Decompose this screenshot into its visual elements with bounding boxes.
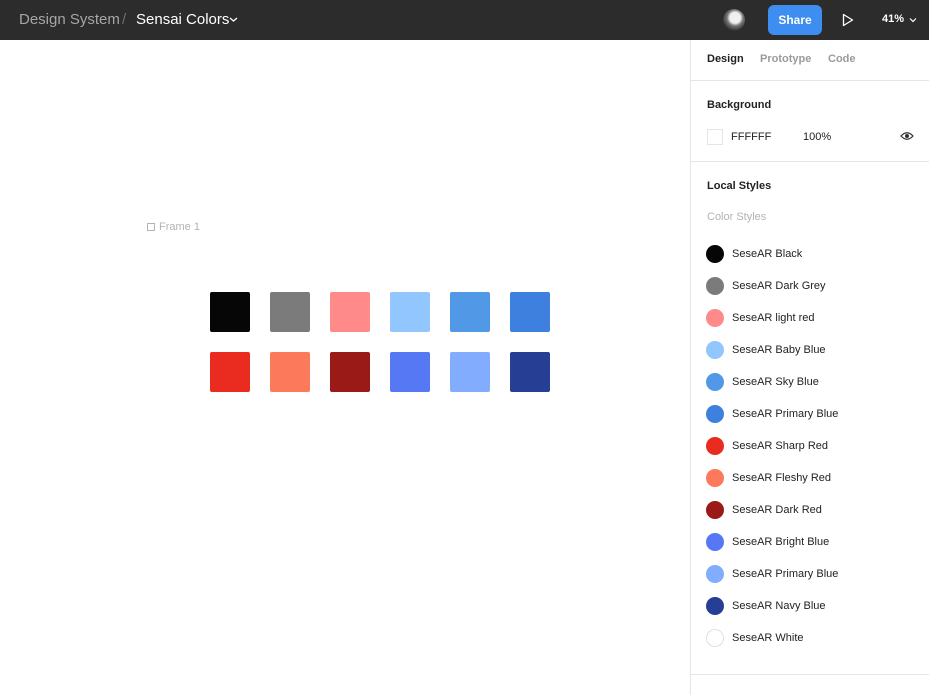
panel-tabs: Design Prototype Code: [691, 40, 929, 81]
color-style-item[interactable]: SeseAR Navy Blue: [706, 596, 926, 616]
background-color-swatch[interactable]: [707, 129, 723, 145]
chevron-down-icon[interactable]: [909, 17, 917, 23]
color-style-item[interactable]: SeseAR Dark Grey: [706, 276, 926, 296]
color-style-item[interactable]: SeseAR Bright Blue: [706, 532, 926, 552]
tab-design[interactable]: Design: [707, 53, 744, 65]
color-swatch[interactable]: [390, 292, 430, 332]
breadcrumb-parent[interactable]: Design System: [19, 11, 120, 28]
color-style-label: SeseAR Bright Blue: [732, 536, 830, 548]
tab-code[interactable]: Code: [828, 53, 856, 65]
eye-icon[interactable]: [900, 131, 914, 141]
color-style-dot: [706, 565, 724, 583]
divider: [691, 674, 929, 675]
color-style-dot: [706, 597, 724, 615]
color-style-item[interactable]: SeseAR light red: [706, 308, 926, 328]
frame-name: Frame 1: [159, 221, 200, 233]
color-style-dot: [706, 533, 724, 551]
color-style-dot: [706, 341, 724, 359]
frame-icon: [147, 223, 155, 231]
color-style-label: SeseAR Black: [732, 248, 803, 260]
share-button[interactable]: Share: [768, 5, 822, 35]
color-swatch[interactable]: [210, 352, 250, 392]
color-style-label: SeseAR Baby Blue: [732, 344, 826, 356]
color-swatch[interactable]: [330, 352, 370, 392]
color-style-label: SeseAR light red: [732, 312, 815, 324]
color-swatch[interactable]: [390, 352, 430, 392]
background-section-title: Background: [707, 99, 772, 111]
color-swatch[interactable]: [510, 292, 550, 332]
color-style-item[interactable]: SeseAR White: [706, 628, 926, 648]
background-hex-field[interactable]: FFFFFF: [731, 131, 771, 143]
breadcrumb-current-file[interactable]: Sensai Colors: [136, 11, 229, 28]
color-style-dot: [706, 629, 724, 647]
color-swatch[interactable]: [450, 292, 490, 332]
color-style-item[interactable]: SeseAR Primary Blue: [706, 564, 926, 584]
frame-label[interactable]: Frame 1: [147, 221, 200, 233]
color-swatch[interactable]: [210, 292, 250, 332]
color-style-label: SeseAR Sky Blue: [732, 376, 819, 388]
color-style-dot: [706, 245, 724, 263]
avatar[interactable]: [723, 9, 745, 31]
color-style-dot: [706, 501, 724, 519]
color-style-item[interactable]: SeseAR Fleshy Red: [706, 468, 926, 488]
color-style-label: SeseAR Dark Red: [732, 504, 822, 516]
color-style-label: SeseAR Sharp Red: [732, 440, 828, 452]
color-swatch[interactable]: [270, 292, 310, 332]
top-bar: Design System / Sensai Colors Share 41%: [0, 0, 929, 40]
background-opacity-field[interactable]: 100%: [803, 131, 831, 143]
breadcrumb-separator: /: [122, 11, 127, 28]
chevron-down-icon[interactable]: [229, 16, 238, 23]
color-style-label: SeseAR White: [732, 632, 804, 644]
color-style-dot: [706, 277, 724, 295]
color-style-item[interactable]: SeseAR Baby Blue: [706, 340, 926, 360]
color-swatch[interactable]: [270, 352, 310, 392]
zoom-level[interactable]: 41%: [882, 13, 904, 25]
color-style-item[interactable]: SeseAR Dark Red: [706, 500, 926, 520]
color-style-label: SeseAR Primary Blue: [732, 568, 839, 580]
color-style-label: SeseAR Dark Grey: [732, 280, 826, 292]
canvas[interactable]: Frame 1: [0, 40, 690, 695]
color-style-item[interactable]: SeseAR Sharp Red: [706, 436, 926, 456]
properties-panel: Design Prototype Code Background FFFFFF …: [690, 40, 929, 695]
color-style-item[interactable]: SeseAR Sky Blue: [706, 372, 926, 392]
color-swatch[interactable]: [450, 352, 490, 392]
color-style-dot: [706, 437, 724, 455]
color-styles-subtitle: Color Styles: [707, 211, 767, 223]
tab-prototype[interactable]: Prototype: [760, 53, 811, 65]
color-swatch[interactable]: [330, 292, 370, 332]
color-style-label: SeseAR Fleshy Red: [732, 472, 832, 484]
color-style-label: SeseAR Primary Blue: [732, 408, 839, 420]
color-style-dot: [706, 373, 724, 391]
color-style-dot: [706, 309, 724, 327]
color-style-item[interactable]: SeseAR Black: [706, 244, 926, 264]
play-icon[interactable]: [842, 13, 854, 27]
color-style-dot: [706, 469, 724, 487]
color-style-label: SeseAR Navy Blue: [732, 600, 826, 612]
divider: [691, 161, 929, 162]
color-style-dot: [706, 405, 724, 423]
local-styles-title: Local Styles: [707, 180, 772, 192]
color-style-item[interactable]: SeseAR Primary Blue: [706, 404, 926, 424]
color-swatch[interactable]: [510, 352, 550, 392]
